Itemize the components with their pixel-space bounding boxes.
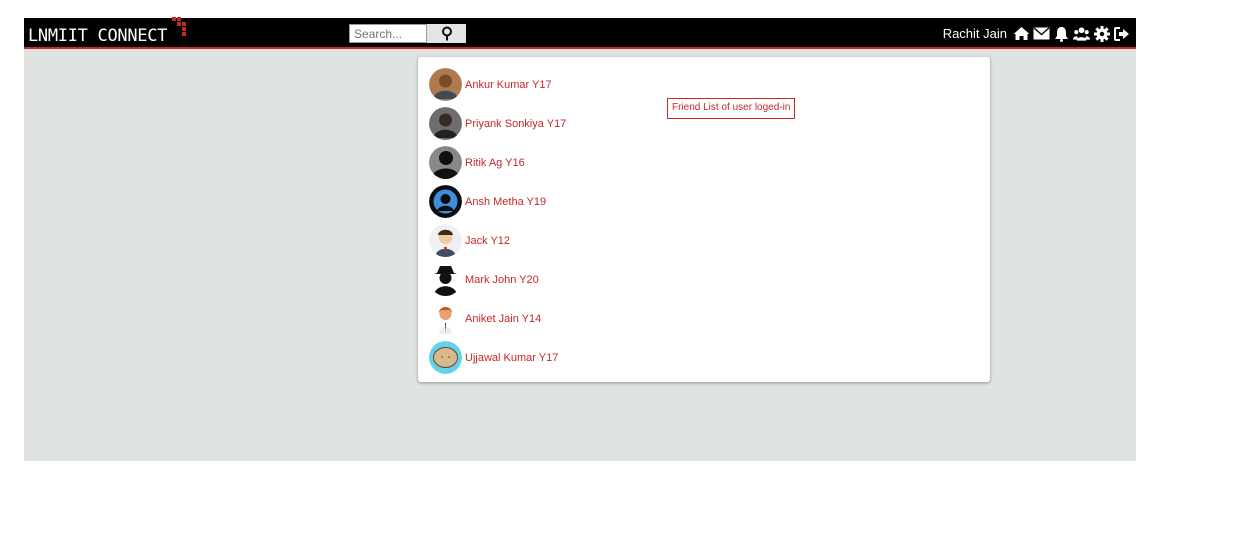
logo-text: LNMIIT CONNECT [28,26,168,46]
list-item[interactable]: Jack Y12 [429,224,510,257]
friend-list-card: Ankur Kumar Y17 Priyank Sonkiya Y17 Riti… [418,57,990,382]
list-item[interactable]: Ankur Kumar Y17 [429,68,552,101]
list-item[interactable]: Ansh Metha Y19 [429,185,546,218]
user-area: Rachit Jain [943,18,1130,49]
friend-name[interactable]: Ankur Kumar Y17 [465,79,552,91]
friend-name[interactable]: Jack Y12 [465,235,510,247]
users-icon[interactable] [1073,25,1090,42]
list-item[interactable]: Ujjawal Kumar Y17 [429,341,558,374]
friend-name[interactable]: Mark John Y20 [465,274,539,286]
list-item[interactable]: Aniket Jain Y14 [429,302,541,335]
silhouette-avatar [429,146,462,179]
friend-name[interactable]: Priyank Sonkiya Y17 [465,118,566,130]
cartoon-avatar [429,224,462,257]
user-name[interactable]: Rachit Jain [943,26,1007,41]
friend-name[interactable]: Ujjawal Kumar Y17 [465,352,558,364]
bell-icon[interactable] [1053,25,1070,42]
gear-icon[interactable] [1093,25,1110,42]
app-container: LNMIIT CONNECT Rachit Jain [24,17,1136,461]
search-bar [349,24,466,43]
blue-default-avatar [429,185,462,218]
list-item[interactable]: Mark John Y20 [429,263,539,296]
logout-icon[interactable] [1113,25,1130,42]
search-input[interactable] [349,24,427,43]
friend-name[interactable]: Aniket Jain Y14 [465,313,541,325]
logo-mark-icon [172,17,186,36]
friend-name[interactable]: Ansh Metha Y19 [465,196,546,208]
envelope-icon[interactable] [1033,25,1050,42]
friend-list-annotation: Friend List of user loged-in [667,98,796,119]
spy-avatar [429,263,462,296]
list-item[interactable]: Ritik Ag Y16 [429,146,525,179]
photo-avatar [429,68,462,101]
logo[interactable]: LNMIIT CONNECT [28,17,186,49]
top-navbar: LNMIIT CONNECT Rachit Jain [24,17,1136,49]
emoji-avatar [429,341,462,374]
list-item[interactable]: Priyank Sonkiya Y17 [429,107,566,140]
search-icon [441,26,452,41]
photo-avatar [429,107,462,140]
home-icon[interactable] [1013,25,1030,42]
friend-name[interactable]: Ritik Ag Y16 [465,157,525,169]
operator-avatar [429,302,462,335]
search-button[interactable] [427,24,466,43]
